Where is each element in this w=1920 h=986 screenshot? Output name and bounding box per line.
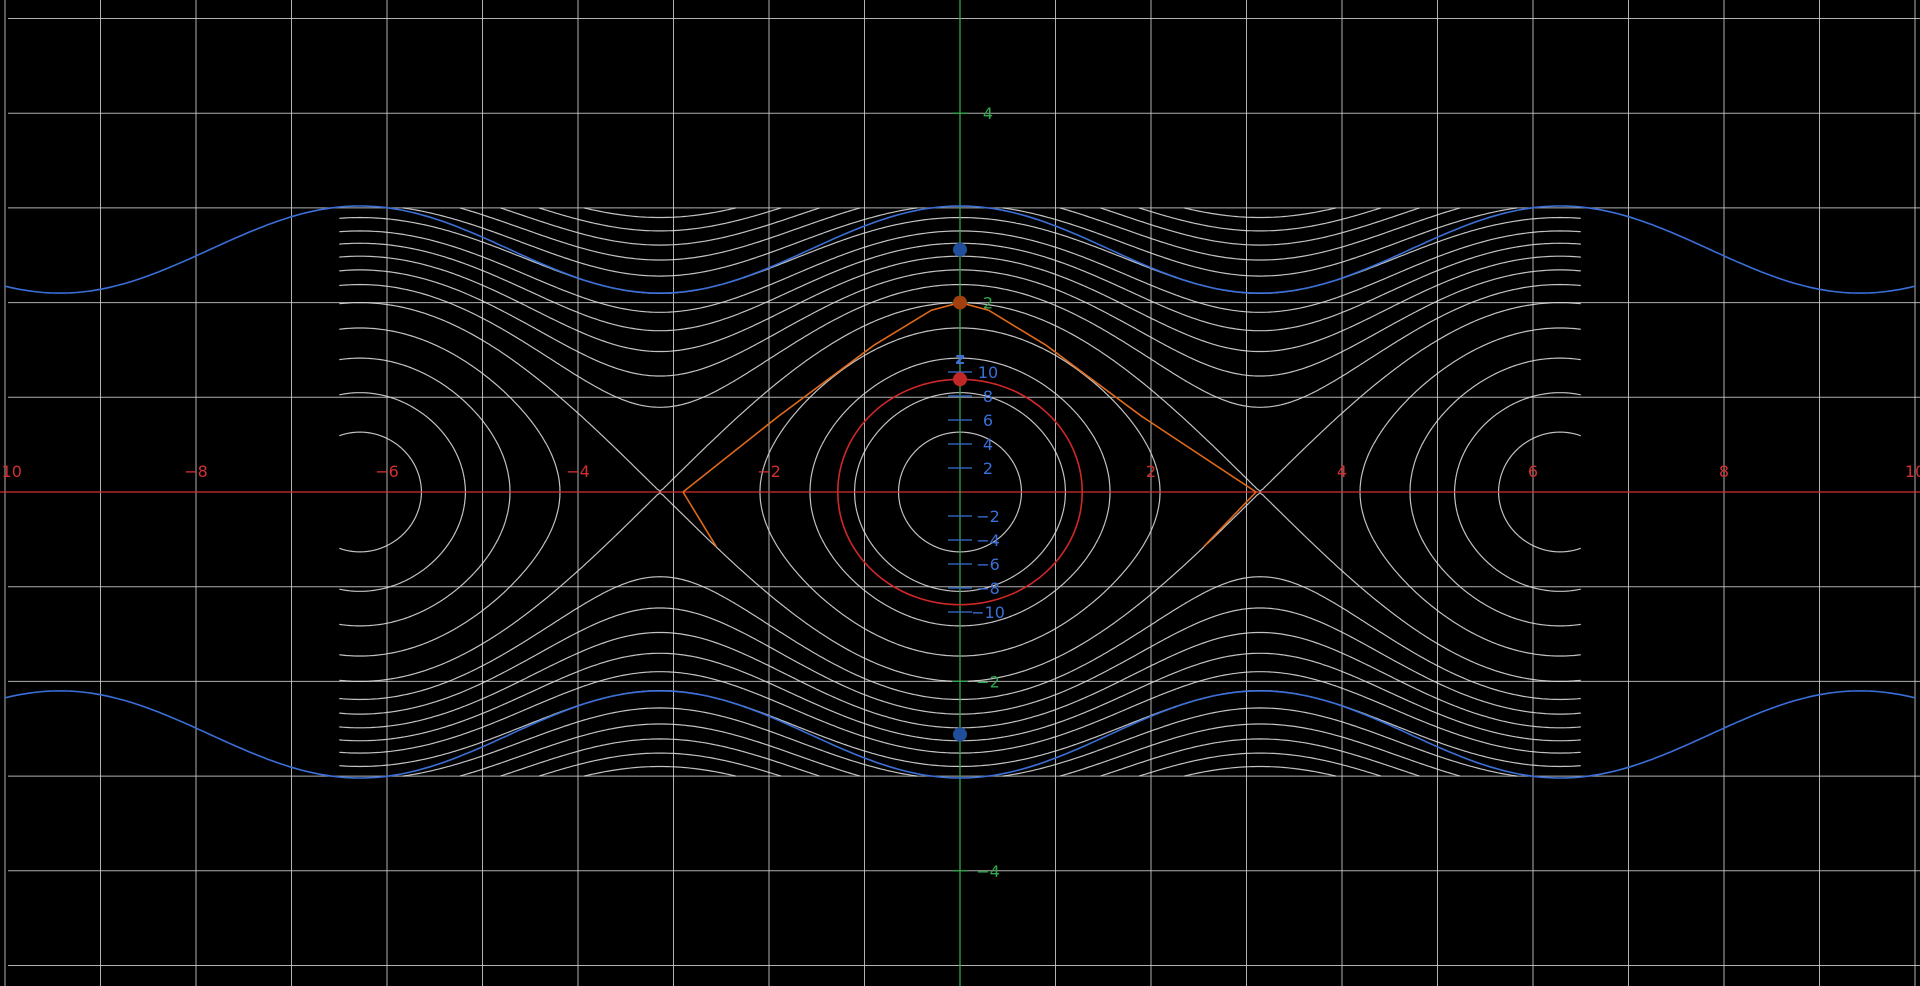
x-tick-label: −10 — [0, 462, 22, 481]
red-point — [953, 372, 967, 387]
x-tick-label: 4 — [1337, 462, 1347, 481]
phase-portrait-plot: −10 −8 −6 −4 −2 2 4 6 8 10 −4 −2 2 4 −10 −8 −6 −4 −2 2 4 6 8 10… — [0, 0, 1920, 986]
z-tick-label: −2 — [976, 507, 1000, 526]
y-tick-label: −4 — [976, 862, 1000, 881]
x-tick-label: 6 — [1528, 462, 1538, 481]
z-tick-label: −8 — [976, 579, 1000, 598]
lower-blue-point — [953, 727, 967, 742]
orange-point — [953, 295, 967, 310]
x-tick-label: 8 — [1719, 462, 1729, 481]
z-axis-label: z — [955, 349, 964, 368]
z-tick-label: −10 — [971, 603, 1005, 622]
z-tick-label: 10 — [978, 363, 998, 382]
x-tick-label: −6 — [375, 462, 399, 481]
y-tick-label: −2 — [976, 672, 1000, 691]
x-tick-label: 2 — [1146, 462, 1156, 481]
z-tick-label: 4 — [983, 435, 993, 454]
x-tick-label: −4 — [566, 462, 590, 481]
z-tick-label: 8 — [983, 387, 993, 406]
z-tick-label: 2 — [983, 459, 993, 478]
upper-blue-point — [953, 242, 967, 257]
y-tick-label: 4 — [983, 104, 993, 123]
y-tick-label: 2 — [983, 294, 993, 313]
z-tick-label: −6 — [976, 555, 1000, 574]
z-tick-label: 6 — [983, 411, 993, 430]
x-tick-label: 10 — [1905, 462, 1920, 481]
z-tick-label: −4 — [976, 531, 1000, 550]
x-tick-label: −8 — [184, 462, 208, 481]
x-tick-label: −2 — [757, 462, 781, 481]
